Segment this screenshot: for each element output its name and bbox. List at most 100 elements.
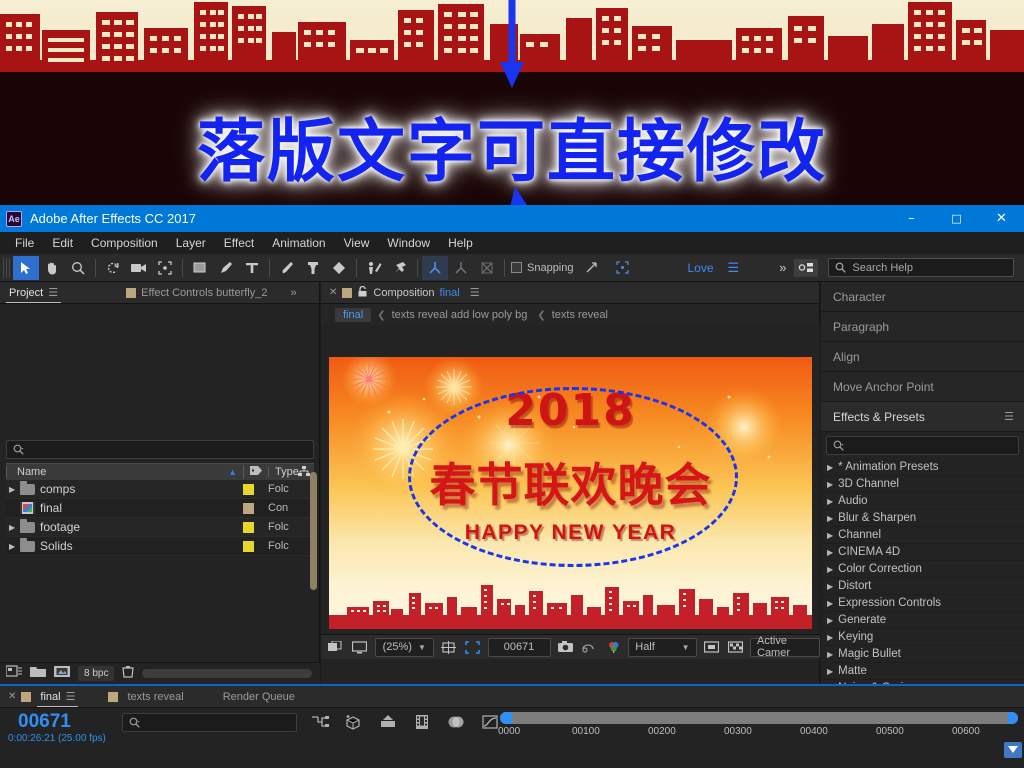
zoom-tool-icon[interactable] <box>65 256 91 280</box>
snapping-checkbox[interactable] <box>511 262 522 273</box>
effects-search-input[interactable] <box>826 436 1019 455</box>
toolbar-overflow-icon[interactable]: » <box>779 260 786 275</box>
disclosure-triangle-icon[interactable]: ▶ <box>827 480 833 489</box>
menu-animation[interactable]: Animation <box>263 234 334 252</box>
panel-paragraph[interactable]: Paragraph <box>821 312 1024 342</box>
type-tool-icon[interactable] <box>239 256 265 280</box>
disclosure-triangle-icon[interactable]: ▶ <box>827 463 833 472</box>
disclosure-triangle-icon[interactable]: ▶ <box>827 599 833 608</box>
snapping-arrow-icon[interactable] <box>579 256 605 280</box>
menu-layer[interactable]: Layer <box>167 234 215 252</box>
view-axis-mode-icon[interactable] <box>474 256 500 280</box>
list-item[interactable]: ▶ Distort <box>821 578 1024 595</box>
project-scrollbar[interactable] <box>310 472 317 590</box>
list-item[interactable]: ▶ Expression Controls <box>821 595 1024 612</box>
tab-timeline-final[interactable]: final ☰ <box>31 686 84 708</box>
bit-depth-button[interactable]: 8 bpc <box>78 666 115 681</box>
frame-blending-icon[interactable] <box>412 712 432 732</box>
panel-character[interactable]: Character <box>821 282 1024 312</box>
list-item[interactable]: ▶ Keying <box>821 629 1024 646</box>
resolution-dropdown[interactable]: Half ▼ <box>628 637 697 657</box>
breadcrumb-item-final[interactable]: final <box>335 308 372 322</box>
panel-align[interactable]: Align <box>821 342 1024 372</box>
list-item[interactable]: ▶ Audio <box>821 493 1024 510</box>
eraser-tool-icon[interactable] <box>326 256 352 280</box>
disclosure-triangle-icon[interactable]: ▶ <box>6 542 20 551</box>
tab-timeline-texts-reveal[interactable]: texts reveal <box>118 686 192 708</box>
tab-effect-controls[interactable]: Effect Controls butterfly_2 <box>117 282 276 304</box>
camera-tool-icon[interactable] <box>126 256 152 280</box>
timeline-zoom-scrollbar[interactable] <box>500 712 1018 724</box>
panel-menu-icon[interactable]: ☰ <box>470 286 480 299</box>
label-swatch[interactable] <box>243 521 254 533</box>
list-item[interactable]: ▶ Blur & Sharpen <box>821 510 1024 527</box>
panel-effects-and-presets[interactable]: Effects & Presets ☰ <box>821 402 1024 432</box>
disclosure-triangle-icon[interactable]: ▶ <box>827 548 833 557</box>
disclosure-triangle-icon[interactable]: ▶ <box>827 667 833 676</box>
disclosure-triangle-icon[interactable]: ▶ <box>827 582 833 591</box>
menu-file[interactable]: File <box>6 234 43 252</box>
composition-stage[interactable]: 2018 春节联欢晚会 HAPPY NEW YEAR (25%) ▼ 00671… <box>321 326 820 659</box>
table-row[interactable]: final Con <box>6 499 314 518</box>
column-name[interactable]: Name <box>6 466 222 478</box>
new-composition-icon[interactable] <box>54 665 70 683</box>
draft-3d-icon[interactable] <box>344 712 364 732</box>
maximize-button[interactable]: □ <box>934 205 979 232</box>
panel-menu-icon[interactable]: ☰ <box>48 286 58 299</box>
menu-edit[interactable]: Edit <box>43 234 82 252</box>
composition-viewer[interactable]: 2018 春节联欢晚会 HAPPY NEW YEAR <box>329 356 812 629</box>
camera-view-dropdown[interactable]: Active Camer <box>750 635 820 659</box>
snapping-target-icon[interactable] <box>610 256 636 280</box>
close-button[interactable]: ✕ <box>979 205 1024 232</box>
breadcrumb-item-texts-reveal[interactable]: texts reveal <box>552 309 608 321</box>
composition-mini-flowchart-icon[interactable] <box>310 712 330 732</box>
table-row[interactable]: ▶ Solids Folc <box>6 537 314 556</box>
sort-ascending-icon[interactable]: ▲ <box>222 467 243 477</box>
region-preview-icon[interactable] <box>702 638 721 657</box>
list-item[interactable]: ▶ Generate <box>821 612 1024 629</box>
local-axis-mode-icon[interactable] <box>422 255 448 280</box>
tab-render-queue[interactable]: Render Queue <box>223 691 295 703</box>
clone-stamp-tool-icon[interactable] <box>300 256 326 280</box>
always-preview-icon[interactable] <box>326 638 345 657</box>
panel-menu-icon[interactable]: ☰ <box>1004 410 1014 423</box>
disclosure-triangle-icon[interactable]: ▶ <box>827 514 833 523</box>
menu-view[interactable]: View <box>335 234 379 252</box>
current-frame-display[interactable]: 00671 <box>18 711 71 733</box>
disclosure-triangle-icon[interactable]: ▶ <box>6 485 20 494</box>
table-row[interactable]: ▶ comps Folc <box>6 480 314 499</box>
shape-tool-icon[interactable] <box>187 256 213 280</box>
workspace-toggle-icon[interactable] <box>794 258 819 277</box>
menu-help[interactable]: Help <box>439 234 482 252</box>
motion-blur-icon[interactable] <box>446 712 466 732</box>
label-swatch[interactable] <box>243 483 254 495</box>
hide-shy-layers-icon[interactable] <box>378 712 398 732</box>
pan-behind-tool-icon[interactable] <box>152 256 178 280</box>
selection-tool-icon[interactable] <box>13 255 39 280</box>
flowchart-icon[interactable] <box>298 464 310 482</box>
show-channel-icon[interactable] <box>604 638 623 657</box>
menu-composition[interactable]: Composition <box>82 234 167 252</box>
graph-editor-toggle-icon[interactable] <box>1004 742 1022 758</box>
workspace-name[interactable]: Love <box>688 261 714 275</box>
list-item[interactable]: ▶ Channel <box>821 527 1024 544</box>
pen-tool-icon[interactable] <box>213 256 239 280</box>
label-swatch[interactable] <box>243 502 254 514</box>
menu-effect[interactable]: Effect <box>215 234 263 252</box>
list-item[interactable]: ▶ CINEMA 4D <box>821 544 1024 561</box>
minimize-button[interactable]: – <box>889 205 934 232</box>
region-of-interest-icon[interactable] <box>463 638 482 657</box>
disclosure-triangle-icon[interactable]: ▶ <box>827 531 833 540</box>
disclosure-triangle-icon[interactable]: ▶ <box>827 616 833 625</box>
hand-tool-icon[interactable] <box>39 256 65 280</box>
new-comp-icon[interactable] <box>5 664 22 683</box>
transparency-grid-icon[interactable] <box>726 638 745 657</box>
breadcrumb-item-texts-reveal-add-low-poly-bg[interactable]: texts reveal add low poly bg <box>392 309 528 321</box>
panel-move-anchor-point[interactable]: Move Anchor Point <box>821 372 1024 402</box>
timecode-field[interactable]: 00671 <box>487 637 551 657</box>
show-snapshot-icon[interactable] <box>580 638 599 657</box>
panel-menu-icon[interactable]: ☰ <box>66 690 76 703</box>
take-snapshot-icon[interactable] <box>556 638 575 657</box>
list-item[interactable]: ▶ Matte <box>821 663 1024 680</box>
brush-tool-icon[interactable] <box>274 256 300 280</box>
